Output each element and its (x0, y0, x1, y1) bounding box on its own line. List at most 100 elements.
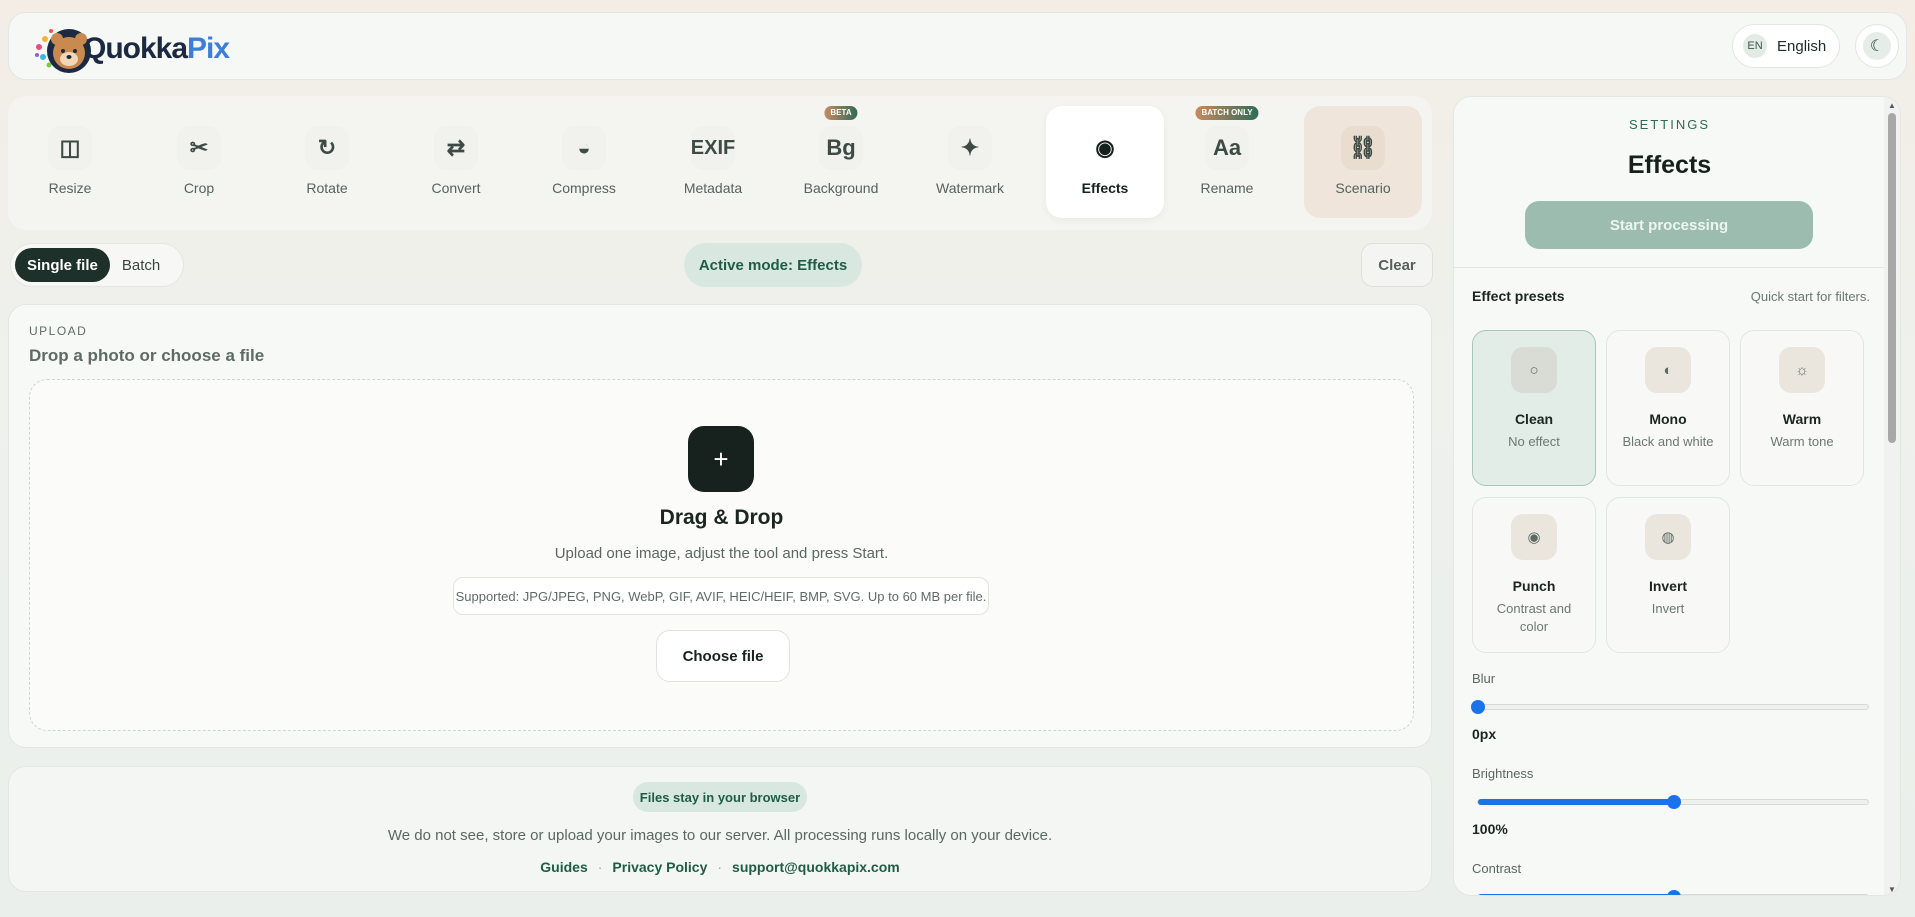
preset-name: Clean (1514, 411, 1554, 427)
sun-icon: ☼ (1779, 347, 1825, 393)
preset-clean[interactable]: ○ Clean No effect (1472, 330, 1596, 486)
tool-label: Resize (48, 180, 92, 196)
presets-hint: Quick start for filters. (1750, 289, 1870, 304)
dropzone[interactable]: + Drag & Drop Upload one image, adjust t… (29, 379, 1414, 731)
logo-text-pix: Pix (187, 32, 230, 65)
upload-kicker: UPLOAD (29, 324, 88, 338)
divider (1454, 267, 1885, 268)
tool-convert[interactable]: ⇄ Convert (397, 106, 515, 218)
preset-invert[interactable]: ◍ Invert Invert (1606, 497, 1730, 653)
theme-toggle-button[interactable]: ☾ (1855, 24, 1899, 68)
presets-label: Effect presets (1472, 288, 1565, 304)
preset-description: Contrast and color (1496, 601, 1572, 634)
tool-metadata[interactable]: EXIF Metadata (654, 106, 772, 218)
tool-label: Convert (431, 180, 481, 196)
slider-value: 0px (1472, 726, 1497, 742)
drag-drop-title: Drag & Drop (659, 506, 784, 529)
slider-label-brightness: Brightness (1472, 766, 1534, 781)
tool-effects[interactable]: ◉ Effects (1046, 106, 1164, 218)
tool-resize[interactable]: ◫ Resize (11, 106, 129, 218)
settings-scrollbar[interactable]: ▲ ▼ (1884, 97, 1900, 895)
start-processing-button[interactable]: Start processing (1525, 201, 1813, 249)
mono-icon: ◐ (1645, 347, 1691, 393)
logo-text-quokka: Quokka (83, 32, 188, 65)
convert-icon: ⇄ (434, 126, 478, 170)
slider-thumb[interactable] (1667, 890, 1681, 895)
preset-name: Mono (1649, 411, 1687, 427)
slider-fill (1478, 894, 1674, 895)
slider-fill (1478, 799, 1674, 805)
tool-label: Scenario (1335, 180, 1391, 196)
slider-contrast[interactable] (1477, 890, 1869, 895)
tool-crop[interactable]: ✂ Crop (140, 106, 258, 218)
preset-name: Warm (1782, 411, 1822, 427)
tool-label: Crop (183, 180, 215, 196)
logo-wordmark: QuokkaPix (83, 32, 230, 66)
settings-kicker: SETTINGS (1628, 117, 1710, 132)
footer-separator: · (597, 859, 603, 875)
footer-separator: · (717, 859, 723, 875)
upload-title: Drop a photo or choose a file (29, 346, 265, 365)
privacy-badge: Files stay in your browser (633, 782, 807, 812)
preset-description: Warm tone (1770, 434, 1834, 449)
invert-icon: ◍ (1645, 514, 1691, 560)
preset-mono[interactable]: ◐ Mono Black and white (1606, 330, 1730, 486)
compress-icon: ◒ (562, 126, 606, 170)
language-code: EN (1743, 34, 1767, 58)
tool-rename[interactable]: BATCH ONLY Aa Rename (1168, 106, 1286, 218)
file-mode-toggle: Single file Batch (10, 243, 184, 287)
chain-icon: ⛓ (1341, 126, 1385, 170)
footer-links: Guides · Privacy Policy · support@quokka… (9, 859, 1431, 875)
logo[interactable]: QuokkaPix (31, 17, 230, 81)
rename-icon: Aa (1205, 126, 1249, 170)
support-email-link[interactable]: support@quokkapix.com (732, 859, 900, 875)
scroll-up-arrow-icon[interactable]: ▲ (1884, 97, 1900, 113)
tool-label: Metadata (683, 180, 743, 196)
slider-thumb[interactable] (1667, 795, 1681, 809)
scroll-down-arrow-icon[interactable]: ▼ (1884, 881, 1900, 895)
batch-option[interactable]: Batch (110, 248, 172, 282)
privacy-text: We do not see, store or upload your imag… (387, 827, 1053, 844)
preset-punch[interactable]: ◉ Punch Contrast and color (1472, 497, 1596, 653)
privacy-footer: Files stay in your browser We do not see… (8, 766, 1432, 892)
single-file-option[interactable]: Single file (15, 248, 110, 282)
tool-watermark[interactable]: ✦ Watermark (911, 106, 1029, 218)
preset-name: Punch (1512, 578, 1556, 594)
tool-tag: BATCH ONLY (1195, 106, 1259, 120)
punch-icon: ◉ (1511, 514, 1557, 560)
tool-rotate[interactable]: ↻ Rotate (268, 106, 386, 218)
tool-scenario[interactable]: ⛓ Scenario (1304, 106, 1422, 218)
slider-blur[interactable] (1471, 700, 1869, 714)
tool-label: Watermark (936, 180, 1004, 196)
slider-value: 100% (1472, 821, 1508, 837)
slider-brightness[interactable] (1477, 795, 1869, 809)
clear-button[interactable]: Clear (1361, 243, 1433, 287)
scissors-icon: ✂ (177, 126, 221, 170)
effects-icon: ◉ (1083, 126, 1127, 170)
scrollbar-thumb[interactable] (1888, 113, 1896, 443)
plus-icon[interactable]: + (688, 426, 754, 492)
active-mode-badge: Active mode: Effects (684, 243, 862, 287)
language-label: English (1777, 37, 1827, 55)
slider-thumb[interactable] (1471, 700, 1485, 714)
tool-selector: ◫ Resize ✂ Crop ↻ Rotate ⇄ Convert ◒ Compress EXIF… (8, 96, 1432, 230)
language-button[interactable]: EN English (1732, 24, 1840, 68)
preset-description: Black and white (1622, 434, 1714, 449)
settings-panel: SETTINGS Effects Start processing Effect… (1453, 96, 1901, 896)
tool-label: Rename (1200, 180, 1254, 196)
tool-tag: BETA (824, 106, 858, 120)
preset-warm[interactable]: ☼ Warm Warm tone (1740, 330, 1864, 486)
tool-label: Background (803, 180, 879, 196)
tool-compress[interactable]: ◒ Compress (525, 106, 643, 218)
preset-description: Invert (1651, 601, 1685, 616)
choose-file-button[interactable]: Choose file (656, 630, 790, 682)
privacy-policy-link[interactable]: Privacy Policy (612, 859, 707, 875)
upload-card: UPLOAD Drop a photo or choose a file + D… (8, 304, 1432, 748)
app-header: QuokkaPix EN English ☾ (8, 12, 1907, 80)
tool-background[interactable]: BETA Bg Background (782, 106, 900, 218)
rotate-icon: ↻ (305, 126, 349, 170)
tool-label: Compress (552, 180, 616, 196)
sparkle-icon: ✦ (948, 126, 992, 170)
guides-link[interactable]: Guides (540, 859, 587, 875)
clean-icon: ○ (1511, 347, 1557, 393)
